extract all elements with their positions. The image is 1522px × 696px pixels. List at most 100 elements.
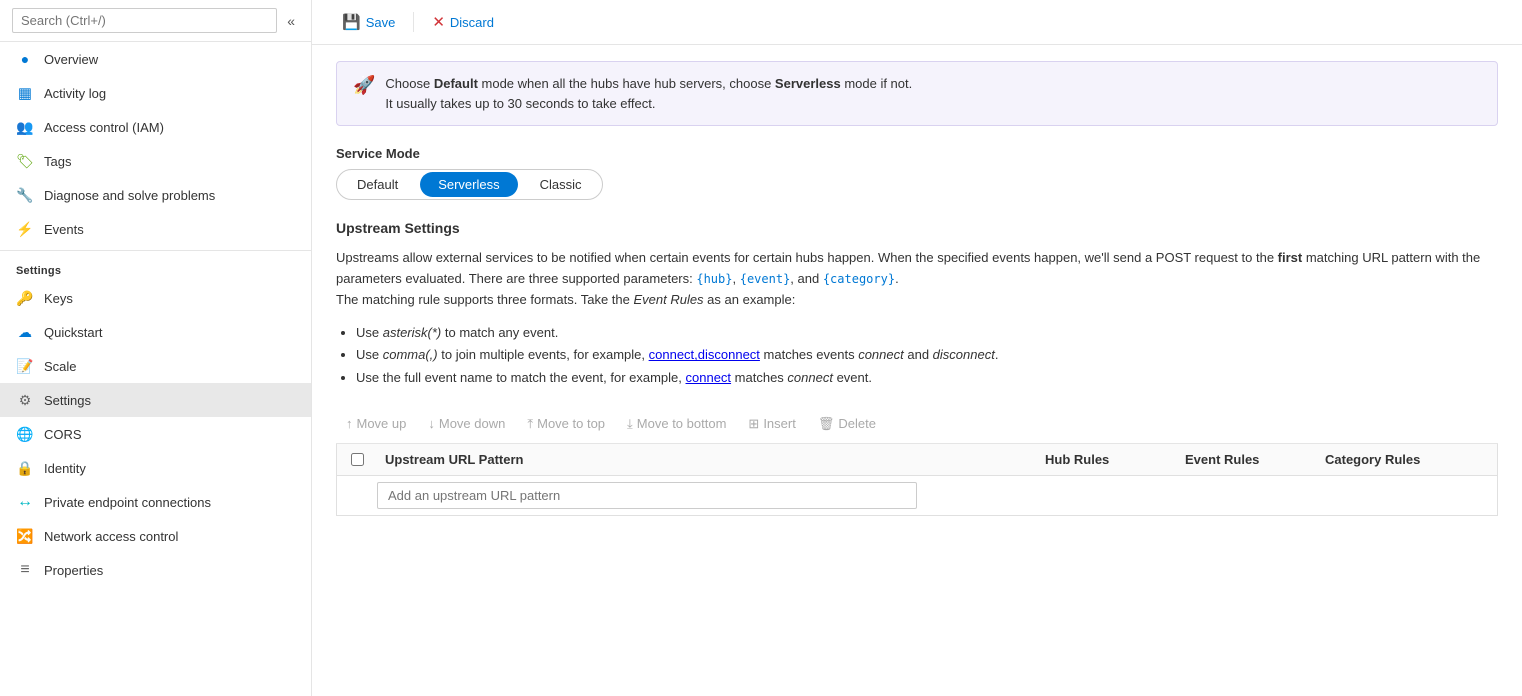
network-access-icon: 🔀 (16, 527, 34, 545)
move-up-label: Move up (357, 416, 407, 431)
discard-button[interactable]: ✕ Discard (422, 8, 504, 36)
table-select-all (337, 453, 377, 466)
info-text-part2: mode when all the hubs have hub servers,… (478, 76, 775, 91)
mode-default-button[interactable]: Default (339, 172, 416, 197)
sidebar-item-overview[interactable]: ● Overview (0, 42, 311, 76)
content-area: 🚀 Choose Default mode when all the hubs … (312, 45, 1522, 532)
identity-icon: 🔒 (16, 459, 34, 477)
service-mode-section: Service Mode Default Serverless Classic (336, 146, 1498, 200)
upstream-section-title: Upstream Settings (336, 220, 1498, 236)
add-url-input[interactable] (377, 482, 917, 509)
link-connect[interactable]: connect (686, 370, 732, 385)
search-input[interactable] (12, 8, 277, 33)
sidebar-item-label: Events (44, 222, 84, 237)
delete-icon: 🗑 (818, 416, 835, 432)
move-to-bottom-label: Move to bottom (637, 416, 727, 431)
info-bold-default: Default (434, 76, 478, 91)
properties-icon: ≡ (16, 561, 34, 579)
service-mode-label: Service Mode (336, 146, 1498, 161)
sidebar: « ● Overview ▦ Activity log 👥 Access con… (0, 0, 312, 696)
select-all-checkbox[interactable] (351, 453, 364, 466)
move-down-icon: ↓ (428, 416, 435, 431)
bullet-item-3: Use the full event name to match the eve… (356, 367, 1498, 389)
sidebar-item-events[interactable]: ⚡ Events (0, 212, 311, 246)
mode-serverless-button[interactable]: Serverless (420, 172, 517, 197)
sidebar-item-private-endpoint[interactable]: ↔ Private endpoint connections (0, 485, 311, 519)
cors-icon: 🌐 (16, 425, 34, 443)
info-text-part1: Choose (385, 76, 433, 91)
diagnose-icon: 🔧 (16, 186, 34, 204)
mode-classic-button[interactable]: Classic (522, 172, 600, 197)
sidebar-item-quickstart[interactable]: ☁ Quickstart (0, 315, 311, 349)
delete-button[interactable]: 🗑 Delete (808, 411, 886, 437)
toolbar-divider (413, 12, 414, 32)
insert-button[interactable]: ⊞ Insert (738, 411, 805, 437)
sidebar-item-label: Access control (IAM) (44, 120, 164, 135)
sidebar-item-label: CORS (44, 427, 82, 442)
table-col-hub: Hub Rules (1037, 452, 1177, 467)
sidebar-item-scale[interactable]: 📝 Scale (0, 349, 311, 383)
upstream-table: Upstream URL Pattern Hub Rules Event Rul… (336, 444, 1498, 516)
sidebar-item-cors[interactable]: 🌐 CORS (0, 417, 311, 451)
sidebar-item-label: Private endpoint connections (44, 495, 211, 510)
discard-label: Discard (450, 15, 494, 30)
save-icon: 💾 (342, 13, 361, 31)
move-to-top-button[interactable]: ⤒ Move to top (517, 411, 615, 437)
settings-section-header: Settings (0, 255, 311, 281)
info-banner: 🚀 Choose Default mode when all the hubs … (336, 61, 1498, 126)
info-text-line2: It usually takes up to 30 seconds to tak… (385, 96, 655, 111)
move-to-top-icon: ⤒ (527, 416, 533, 432)
move-up-icon: ↑ (346, 416, 353, 431)
move-down-label: Move down (439, 416, 505, 431)
sidebar-item-label: Scale (44, 359, 77, 374)
sidebar-item-activity-log[interactable]: ▦ Activity log (0, 76, 311, 110)
bullet-item-1: Use asterisk(*) to match any event. (356, 322, 1498, 344)
tags-icon: 🏷 (16, 152, 34, 170)
sidebar-item-label: Network access control (44, 529, 178, 544)
sidebar-item-label: Overview (44, 52, 98, 67)
delete-label: Delete (838, 416, 876, 431)
keys-icon: 🔑 (16, 289, 34, 307)
upstream-toolbar: ↑ Move up ↓ Move down ⤒ Move to top ⤓ Mo… (336, 405, 1498, 444)
sidebar-item-network-access[interactable]: 🔀 Network access control (0, 519, 311, 553)
mode-toggle: Default Serverless Classic (336, 169, 603, 200)
private-endpoint-icon: ↔ (16, 493, 34, 511)
sidebar-item-keys[interactable]: 🔑 Keys (0, 281, 311, 315)
settings-icon: ⚙ (16, 391, 34, 409)
collapse-button[interactable]: « (283, 11, 299, 31)
sidebar-item-label: Activity log (44, 86, 106, 101)
sidebar-item-diagnose[interactable]: 🔧 Diagnose and solve problems (0, 178, 311, 212)
sidebar-item-label: Tags (44, 154, 71, 169)
table-header: Upstream URL Pattern Hub Rules Event Rul… (337, 444, 1497, 476)
table-col-url: Upstream URL Pattern (377, 452, 1037, 467)
move-up-button[interactable]: ↑ Move up (336, 411, 416, 436)
sidebar-item-label: Settings (44, 393, 91, 408)
move-to-top-label: Move to top (537, 416, 605, 431)
upstream-settings-section: Upstream Settings Upstreams allow extern… (336, 220, 1498, 516)
table-col-category: Category Rules (1317, 452, 1497, 467)
sidebar-item-settings[interactable]: ⚙ Settings (0, 383, 311, 417)
main-content: 💾 Save ✕ Discard 🚀 Choose Default mode w… (312, 0, 1522, 696)
sidebar-item-identity[interactable]: 🔒 Identity (0, 451, 311, 485)
info-text-part3: mode if not. (841, 76, 913, 91)
discard-icon: ✕ (432, 13, 445, 31)
move-to-bottom-button[interactable]: ⤓ Move to bottom (617, 411, 736, 437)
access-control-icon: 👥 (16, 118, 34, 136)
main-toolbar: 💾 Save ✕ Discard (312, 0, 1522, 45)
quickstart-icon: ☁ (16, 323, 34, 341)
sidebar-item-properties[interactable]: ≡ Properties (0, 553, 311, 587)
sidebar-item-access-control[interactable]: 👥 Access control (IAM) (0, 110, 311, 144)
sidebar-divider (0, 250, 311, 251)
events-icon: ⚡ (16, 220, 34, 238)
move-down-button[interactable]: ↓ Move down (418, 411, 515, 436)
save-label: Save (366, 15, 396, 30)
insert-label: Insert (763, 416, 796, 431)
link-connect-disconnect[interactable]: connect,disconnect (649, 347, 760, 362)
sidebar-item-tags[interactable]: 🏷 Tags (0, 144, 311, 178)
save-button[interactable]: 💾 Save (332, 8, 405, 36)
scale-icon: 📝 (16, 357, 34, 375)
info-banner-icon: 🚀 (353, 75, 375, 96)
search-bar: « (0, 0, 311, 42)
sidebar-item-label: Quickstart (44, 325, 103, 340)
activity-log-icon: ▦ (16, 84, 34, 102)
